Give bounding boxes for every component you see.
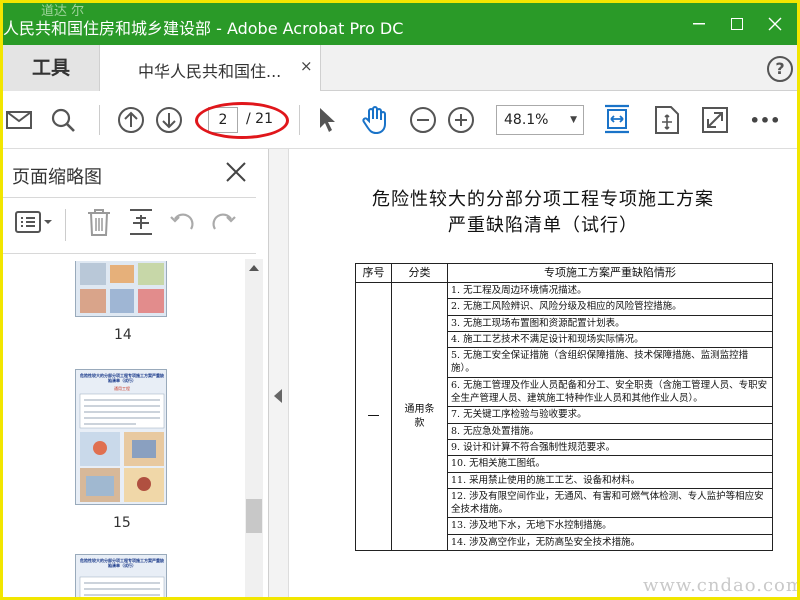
hand-tool-icon[interactable] (359, 104, 391, 136)
defect-item: 3. 无施工现场布置图和资源配置计划表。 (447, 314, 773, 332)
group-category: 通用条款 (391, 281, 448, 552)
header-no: 序号 (355, 263, 392, 283)
toolbar-separator (99, 105, 100, 135)
zoom-out-icon[interactable] (407, 104, 439, 136)
chevron-down-icon: ▼ (570, 115, 577, 125)
defects-table: 序号 分类 专项施工方案严重缺陷情形 一通用条款 1. 无工程及周边环境情况描述。… (355, 263, 773, 552)
defect-item: 10. 无相关施工图纸。 (447, 455, 773, 473)
header-category: 分类 (391, 263, 448, 283)
app-window: 道达 尔 人民共和国住房和城乡建设部 - Adobe Acrobat Pro D… (0, 0, 800, 600)
full-screen-icon[interactable] (699, 104, 731, 136)
defect-item: 4. 施工工艺技术不满足设计和现场实际情况。 (447, 330, 773, 349)
previous-page-icon[interactable] (115, 104, 147, 136)
page-thumbnail-16[interactable]: 危险性较大的分部分项工程专项施工方案严重缺陷清单（试行） (75, 554, 167, 597)
collapse-arrow-icon (274, 389, 282, 403)
delete-page-icon[interactable] (85, 207, 113, 241)
defect-item: 6. 无施工管理及作业人员配备和分工、安全职责（含施工管理人员、专职安全生产管理… (447, 376, 773, 408)
panel-separator (65, 209, 66, 241)
zoom-value: 48.1% (504, 112, 549, 128)
more-tools-icon[interactable]: ••• (749, 104, 781, 136)
tab-document-label: 中华人民共和国住... (138, 62, 282, 81)
page-thumbnail-15[interactable]: 危险性较大的分部分项工程专项施工方案严重缺陷清单（试行） 通用工程 (75, 369, 167, 505)
tab-document[interactable]: 中华人民共和国住... × (99, 45, 321, 92)
document-title-line1: 危险性较大的分部分项工程专项施工方案 (372, 189, 714, 210)
panel-divider (3, 253, 256, 254)
window-title: 人民共和国住房和城乡建设部 - Adobe Acrobat Pro DC (3, 19, 404, 38)
next-page-icon[interactable] (153, 104, 185, 136)
defect-item: 14. 涉及高空作业，无防高坠安全技术措施。 (447, 533, 773, 552)
maximize-button[interactable] (717, 9, 757, 39)
defect-item: 8. 无应急处置措施。 (447, 422, 773, 440)
defect-item: 5. 无施工安全保证措施（含组织保障措施、技术保障措施、监测监控措施）。 (447, 347, 773, 378)
tab-bar: 工具 中华人民共和国住... × ? (3, 45, 797, 92)
close-panel-icon[interactable] (225, 161, 247, 187)
search-icon[interactable] (47, 104, 79, 136)
page-thumbnail-14[interactable] (75, 261, 167, 317)
insert-page-icon[interactable] (127, 207, 155, 241)
rotate-left-icon[interactable] (169, 207, 197, 241)
scrollbar-thumb[interactable] (246, 499, 262, 533)
panel-divider (3, 197, 256, 198)
watermark-bottom: www.cndao.com (643, 575, 800, 596)
red-highlight-ellipse (195, 102, 289, 139)
zoom-in-icon[interactable] (445, 104, 477, 136)
defect-item: 7. 无关键工序检验与验收要求。 (447, 406, 773, 424)
page-number-label: 15 (113, 515, 131, 531)
select-cursor-icon[interactable] (311, 104, 343, 136)
header-description: 专项施工方案严重缺陷情形 (447, 263, 773, 283)
close-window-button[interactable] (755, 9, 795, 39)
toolbar-separator (299, 105, 300, 135)
panel-title: 页面缩略图 (12, 167, 102, 188)
table-header-row: 序号 分类 专项施工方案严重缺陷情形 (355, 263, 773, 283)
defect-item: 11. 采用禁止使用的施工工艺、设备和材料。 (447, 471, 773, 489)
mail-icon[interactable] (3, 104, 35, 136)
thumbnail-options-icon[interactable] (15, 207, 53, 241)
defect-item: 9. 设计和计算不符合强制性规范要求。 (447, 438, 773, 457)
help-icon[interactable]: ? (767, 56, 793, 82)
fit-page-icon[interactable] (601, 102, 633, 136)
toolbar: 2 / 21 48.1% ▼ ••• (3, 91, 797, 149)
document-page: 危险性较大的分部分项工程专项施工方案 严重缺陷清单（试行） 序号 分类 专项施工… (289, 149, 797, 597)
defect-item: 13. 涉及地下水，无地下水控制措施。 (447, 517, 773, 535)
panel-collapse-handle[interactable] (269, 149, 289, 597)
thumbnail-scrollbar[interactable] (245, 259, 263, 597)
minimize-button[interactable] (679, 9, 719, 39)
page-number-label: 14 (114, 327, 132, 343)
tab-tools[interactable]: 工具 (3, 45, 99, 91)
rotate-right-icon[interactable] (209, 207, 237, 241)
thumbnail-panel: 页面缩略图 14 危险性较大的分部分项工程专项施工方案严重缺陷清单（试行） 通用… (3, 149, 269, 597)
title-bar: 道达 尔 人民共和国住房和城乡建设部 - Adobe Acrobat Pro D… (3, 3, 797, 45)
defect-item: 12. 涉及有限空间作业，无通风、有害和可燃气体检测、专人监护等相应安全技术措施… (447, 487, 773, 519)
group-number: 一 (355, 281, 392, 552)
document-title-line2: 严重缺陷清单（试行） (448, 215, 638, 236)
tab-close-icon[interactable]: × (300, 57, 313, 75)
table-row: 一通用条款 1. 无工程及周边环境情况描述。 (355, 281, 773, 552)
defect-item: 2. 无施工风险辨识、风险分级及相应的风险管控措施。 (447, 298, 773, 316)
zoom-select[interactable]: 48.1% ▼ (496, 105, 584, 135)
scroll-mode-icon[interactable] (651, 104, 683, 136)
defect-item: 1. 无工程及周边环境情况描述。 (447, 281, 773, 300)
